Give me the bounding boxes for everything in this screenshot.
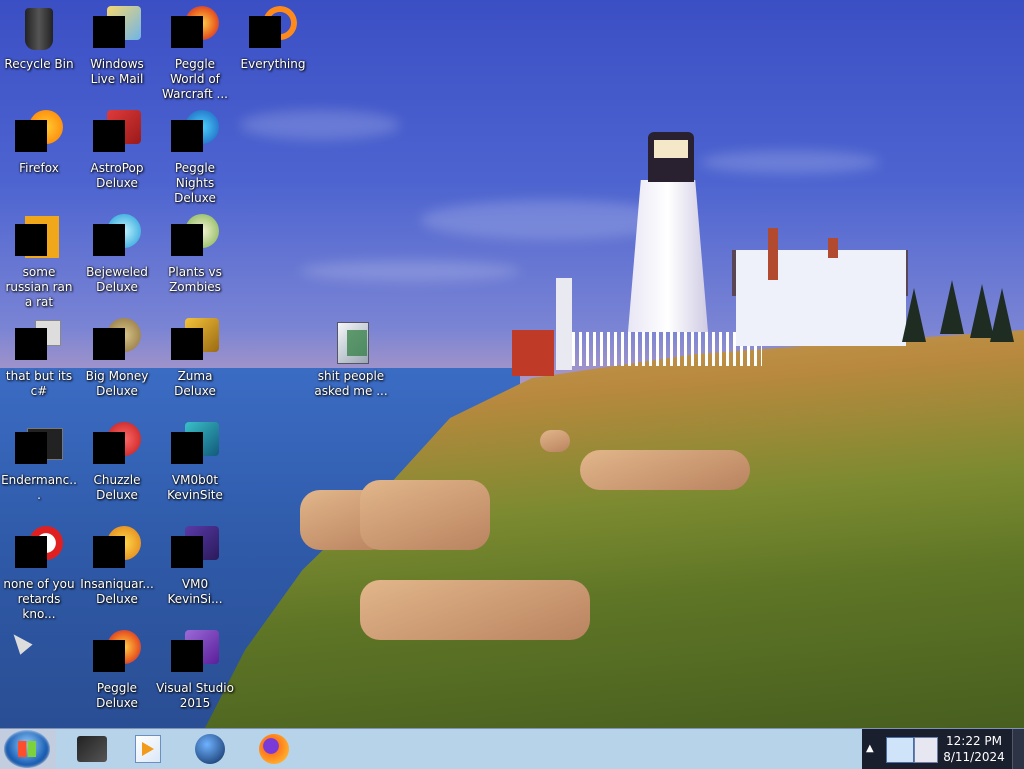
firefox-icon [259, 734, 289, 764]
game-icon [93, 110, 141, 158]
mail-icon [93, 6, 141, 54]
firefox-icon [15, 110, 63, 158]
terminal-icon [15, 422, 63, 470]
visual-studio-icon [171, 630, 219, 678]
plant-icon [171, 214, 219, 262]
desktop-icon-chuzzle-deluxe[interactable]: Chuzzle Deluxe [78, 422, 156, 503]
desktop-icon-none-of-you[interactable]: none of you retards kno... [0, 526, 78, 622]
network-tray-icon[interactable] [886, 737, 914, 763]
desktop-icon-vm0b0t-kevinsite[interactable]: VM0b0t KevinSite [156, 422, 234, 503]
money-bag-icon [93, 318, 141, 366]
search-icon [249, 6, 297, 54]
clock-date[interactable]: 8/11/2024 [938, 750, 1010, 764]
taskbar-pinned-area [56, 729, 862, 769]
desktop-icon-everything[interactable]: Everything [234, 6, 312, 72]
game-icon [171, 110, 219, 158]
globe-icon [195, 734, 225, 764]
desktop-icon-zuma-deluxe[interactable]: Zuma Deluxe [156, 318, 234, 399]
application-icon [171, 422, 219, 470]
desktop-icon-peggle-nights-deluxe[interactable]: Peggle Nights Deluxe [156, 110, 234, 206]
desktop-icon-big-money-deluxe[interactable]: Big Money Deluxe [78, 318, 156, 399]
action-center-icon[interactable] [914, 737, 938, 763]
desktop-icon-insaniquarium-deluxe[interactable]: Insaniquar... Deluxe [78, 526, 156, 607]
clock-time[interactable]: 12:22 PM [938, 734, 1010, 748]
fish-icon [93, 526, 141, 574]
taskbar-network[interactable] [184, 731, 236, 767]
desktop-icon-firefox[interactable]: Firefox [0, 110, 78, 176]
desktop-icon-visual-studio-2015[interactable]: Visual Studio 2015 [156, 630, 234, 711]
desktop-icon-bejeweled-deluxe[interactable]: Bejeweled Deluxe [78, 214, 156, 295]
game-icon [93, 422, 141, 470]
show-desktop-button[interactable] [1012, 729, 1024, 769]
desktop-icon-plants-vs-zombies[interactable]: Plants vs Zombies [156, 214, 234, 295]
gem-icon [93, 214, 141, 262]
show-hidden-icons-button[interactable]: ▲ [866, 743, 874, 754]
desktop-icon-recycle-bin[interactable]: Recycle Bin [0, 6, 78, 72]
desktop-icon-astropop-deluxe[interactable]: AstroPop Deluxe [78, 110, 156, 191]
taskbar: ▲ 12:22 PM 8/11/2024 [0, 728, 1024, 769]
desktop-icon-shit-people-asked-me[interactable]: shit people asked me ... [312, 318, 390, 399]
file-icon [15, 214, 63, 262]
media-player-icon [135, 735, 161, 763]
game-icon [93, 630, 141, 678]
desktop-icon-that-but-its-c[interactable]: that but its c# [0, 318, 78, 399]
start-button[interactable] [4, 730, 50, 768]
desktop-icon-peggle-world-of-warcraft[interactable]: Peggle World of Warcraft ... [156, 6, 234, 102]
desktop-icon-endermanc[interactable]: Endermanc... [0, 422, 78, 503]
folder-icon [327, 318, 375, 366]
taskbar-media-player[interactable] [122, 731, 174, 767]
file-icon [15, 318, 63, 366]
game-icon [171, 318, 219, 366]
document-icon [15, 526, 63, 574]
desktop-icon-peggle-deluxe[interactable]: Peggle Deluxe [78, 630, 156, 711]
taskbar-file-explorer[interactable] [66, 731, 118, 767]
taskbar-firefox[interactable] [248, 731, 300, 767]
folder-icon [77, 736, 107, 762]
application-icon [171, 526, 219, 574]
desktop-icon-vm0-kevinsi[interactable]: VM0 KevinSi... [156, 526, 234, 607]
desktop-icon-windows-live-mail[interactable]: Windows Live Mail [78, 6, 156, 87]
windows-logo-icon [18, 741, 36, 757]
desktop-icon-some-russian-ran-a-rat[interactable]: some russian ran a rat [0, 214, 78, 310]
recycle-bin-icon [15, 6, 63, 54]
game-icon [171, 6, 219, 54]
